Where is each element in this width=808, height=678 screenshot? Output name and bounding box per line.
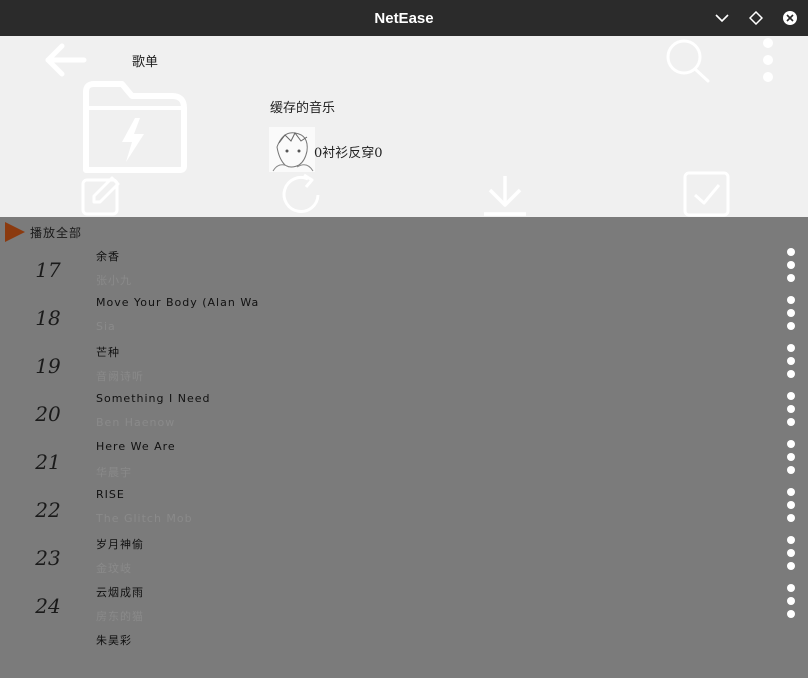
song-artist: 张小九: [96, 274, 132, 287]
avatar[interactable]: [269, 127, 315, 172]
song-more-icon[interactable]: [785, 344, 797, 384]
song-index: 21: [35, 450, 61, 474]
song-title: 岁月神偷: [96, 538, 144, 551]
creator-name[interactable]: 0衬衫反穿0: [314, 142, 383, 161]
song-more-icon[interactable]: [785, 296, 797, 336]
playlist-name: 缓存的音乐: [270, 101, 336, 116]
song-index: 22: [35, 498, 61, 522]
close-icon: [783, 11, 797, 25]
diamond-icon: [749, 11, 763, 25]
select-check-icon[interactable]: [682, 170, 732, 218]
song-title: Something I Need: [96, 392, 211, 405]
list-item[interactable]: 19 芒种 音阙诗听: [0, 342, 808, 390]
song-artist: Ben Haenow: [96, 416, 176, 429]
song-more-icon[interactable]: [785, 584, 797, 624]
chevron-down-icon: [715, 14, 729, 23]
avatar-sketch-icon: [272, 132, 314, 172]
song-index: 20: [35, 402, 61, 426]
list-item[interactable]: 22 RISE The Glitch Mob: [0, 486, 808, 534]
download-icon[interactable]: [482, 172, 528, 218]
song-list: 播放全部 17 余香 张小九 18 Move Your Body (Alan W…: [0, 217, 808, 647]
song-artist: 华晨宇: [96, 466, 132, 479]
list-item[interactable]: 24 云烟成雨 房东的猫: [0, 582, 808, 630]
maximize-button[interactable]: [745, 7, 767, 29]
window-title: NetEase: [374, 9, 434, 27]
list-item[interactable]: 17 余香 张小九: [0, 246, 808, 294]
song-more-icon[interactable]: [785, 440, 797, 480]
edit-icon[interactable]: [80, 174, 122, 216]
song-artist: Sia: [96, 320, 116, 333]
more-options-icon[interactable]: [760, 36, 776, 86]
song-artist: 金玟岐: [96, 562, 132, 575]
play-all-button[interactable]: 播放全部: [4, 221, 82, 243]
play-icon: [5, 222, 25, 242]
song-title: Here We Are: [96, 440, 176, 453]
playlist-header: 歌单 缓存的音乐 0衬衫反穿0: [0, 36, 808, 217]
song-title: Move Your Body (Alan Wa: [96, 296, 260, 309]
song-more-icon[interactable]: [785, 392, 797, 432]
minimize-button[interactable]: [711, 7, 733, 29]
song-artist: 房东的猫: [96, 610, 144, 623]
song-index: 18: [35, 306, 61, 330]
back-arrow-icon[interactable]: [44, 42, 88, 78]
song-title: 朱昊彩: [96, 634, 132, 647]
title-bar: NetEase: [0, 0, 808, 36]
song-index: 19: [35, 354, 61, 378]
song-title: 余香: [96, 250, 120, 263]
song-title: 芒种: [96, 346, 120, 359]
play-all-label: 播放全部: [30, 225, 83, 240]
song-title: RISE: [96, 488, 125, 501]
song-title: 云烟成雨: [96, 586, 144, 599]
list-item[interactable]: 21 Here We Are 华晨宇: [0, 438, 808, 486]
song-more-icon[interactable]: [785, 488, 797, 528]
list-item[interactable]: 23 岁月神偷 金玟岐: [0, 534, 808, 582]
close-button[interactable]: [779, 7, 801, 29]
song-more-icon[interactable]: [785, 536, 797, 576]
list-item[interactable]: 18 Move Your Body (Alan Wa Sia: [0, 294, 808, 342]
list-item[interactable]: 20 Something I Need Ben Haenow: [0, 390, 808, 438]
list-item[interactable]: 朱昊彩: [0, 630, 808, 678]
song-artist: 音阙诗听: [96, 370, 144, 383]
search-icon[interactable]: [663, 38, 711, 84]
song-index: 17: [35, 258, 61, 282]
song-more-icon[interactable]: [785, 248, 797, 288]
refresh-icon[interactable]: [278, 172, 328, 218]
section-label: 歌单: [132, 55, 159, 70]
song-index: 24: [35, 594, 61, 618]
song-artist: The Glitch Mob: [96, 512, 193, 525]
folder-cache-icon: [83, 81, 187, 173]
song-index: 23: [35, 546, 61, 570]
